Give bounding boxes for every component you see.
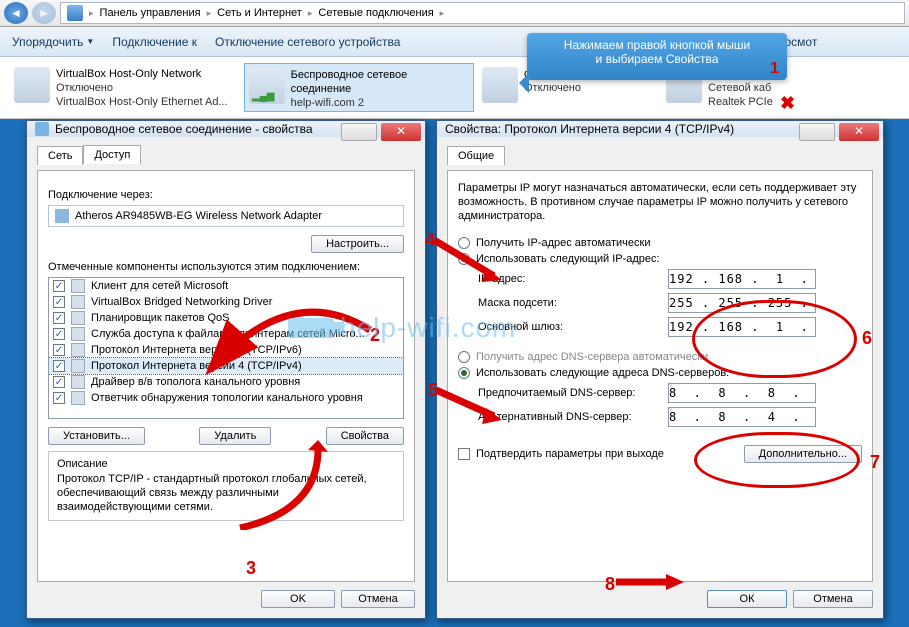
annotation-tooltip: Нажимаем правой кнопкой мыши и выбираем … [527,33,787,80]
ok-button[interactable]: ОК [707,590,787,608]
annotation-number-2: 2 [370,325,380,346]
breadcrumb-field[interactable]: ▸ Панель управления ▸ Сеть и Интернет ▸ … [60,2,905,24]
checkbox-icon[interactable] [53,392,65,404]
close-button[interactable]: ✕ [839,123,879,141]
connection-item-selected[interactable]: ▂▄▆ Беспроводное сетевое соединение help… [244,63,474,112]
cancel-button[interactable]: Отмена [341,590,415,608]
annotation-number-4: 4 [425,230,435,251]
annotation-arrow [200,270,380,380]
wifi-icon [35,122,49,136]
install-button[interactable]: Установить... [48,427,145,445]
checkbox-icon[interactable] [53,296,65,308]
nav-forward-button[interactable]: ► [32,2,56,24]
menu-connect[interactable]: Подключение к [112,35,197,49]
dialog-title-bar[interactable]: Беспроводное сетевое соединение - свойст… [27,121,425,137]
ok-button[interactable]: OK [261,590,335,608]
configure-button[interactable]: Настроить... [311,235,404,253]
breadcrumb[interactable]: Сеть и Интернет [217,7,302,19]
breadcrumb[interactable]: Сетевые подключения [318,7,433,19]
adapter-icon [55,209,69,223]
checkbox-icon[interactable] [53,328,65,340]
dns2-input[interactable] [668,407,816,427]
dialog-title: Свойства: Протокол Интернета версии 4 (T… [445,122,734,136]
component-row[interactable]: Ответчик обнаружения топологии канальног… [49,390,403,406]
mask-label: Маска подсети: [458,297,658,309]
dialog-title-bar[interactable]: Свойства: Протокол Интернета версии 4 (T… [437,121,883,137]
radio-auto-ip[interactable]: Получить IP-адрес автоматически [458,237,862,249]
properties-button[interactable]: Свойства [326,427,404,445]
cancel-button[interactable]: Отмена [793,590,873,608]
annotation-circle [692,300,857,378]
close-button[interactable]: ✕ [381,123,421,141]
checkbox-icon[interactable] [53,344,65,356]
network-adapter-icon [14,67,50,103]
help-button[interactable] [799,123,835,141]
annotation-number-7: 7 [870,452,880,473]
menu-organize[interactable]: Упорядочить▼ [12,35,94,49]
connect-via-label: Подключение через: [48,189,404,201]
checkbox-icon[interactable] [53,280,65,292]
annotation-number-8: 8 [605,574,615,595]
annotation-arrow [432,386,504,426]
annotation-arrow [614,572,684,592]
ip-input[interactable] [668,269,816,289]
control-panel-icon [67,5,83,21]
annotation-arrow [430,236,505,286]
help-button[interactable] [341,123,377,141]
adapter-field: Atheros AR9485WB-EG Wireless Network Ada… [48,205,404,227]
checkbox-icon[interactable] [53,312,65,324]
tab-network[interactable]: Сеть [37,146,83,165]
checkbox-icon[interactable] [53,360,65,372]
annotation-circle [694,432,860,488]
dns1-input[interactable] [668,383,816,403]
annotation-number-3: 3 [246,558,256,579]
wifi-adapter-icon: ▂▄▆ [249,68,285,104]
menu-disable[interactable]: Отключение сетевого устройства [215,35,400,49]
intro-text: Параметры IP могут назначаться автоматич… [458,181,862,223]
nav-back-button[interactable]: ◄ [4,2,28,24]
dialog-title: Беспроводное сетевое соединение - свойст… [55,122,313,136]
connection-item[interactable]: VirtualBox Host-Only Network Отключено V… [10,63,240,112]
annotation-number-5: 5 [428,380,438,401]
breadcrumb[interactable]: Панель управления [100,7,201,19]
disconnected-icon: ✖ [780,93,795,114]
tab-general[interactable]: Общие [447,146,505,165]
annotation-arrow [200,440,330,530]
gateway-label: Основной шлюз: [458,321,658,333]
radio-manual-ip[interactable]: Использовать следующий IP-адрес: [458,253,862,265]
confirm-checkbox[interactable]: Подтвердить параметры при выходе [458,448,664,460]
address-bar: ◄ ► ▸ Панель управления ▸ Сеть и Интерне… [0,0,909,27]
tab-access[interactable]: Доступ [83,145,141,164]
checkbox-icon[interactable] [53,376,65,388]
annotation-number-6: 6 [862,328,872,349]
annotation-number-1: 1 [770,60,779,78]
